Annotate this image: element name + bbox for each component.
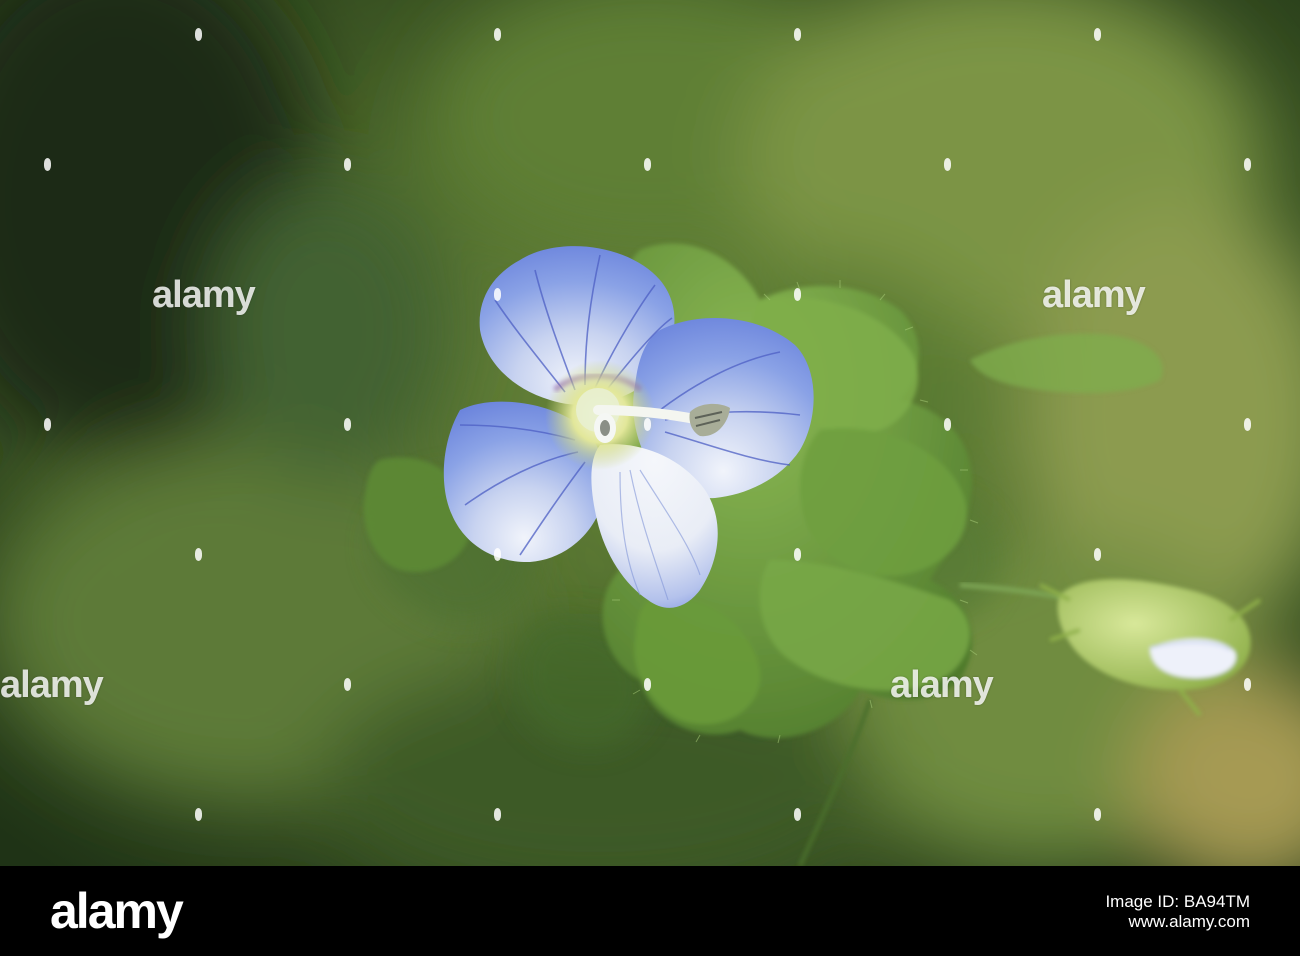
footer-bar: alamy Image ID: BA94TM www.alamy.com	[0, 866, 1300, 956]
photo-illustration	[0, 0, 1300, 866]
flower-photo: alamy alamy alamy alamy	[0, 0, 1300, 866]
image-id: Image ID: BA94TM	[1105, 892, 1250, 911]
stock-photo-frame: alamy alamy alamy alamy alamy Image ID: …	[0, 0, 1300, 956]
brand-logo: alamy	[50, 883, 184, 939]
website-link[interactable]: www.alamy.com	[1128, 912, 1250, 932]
